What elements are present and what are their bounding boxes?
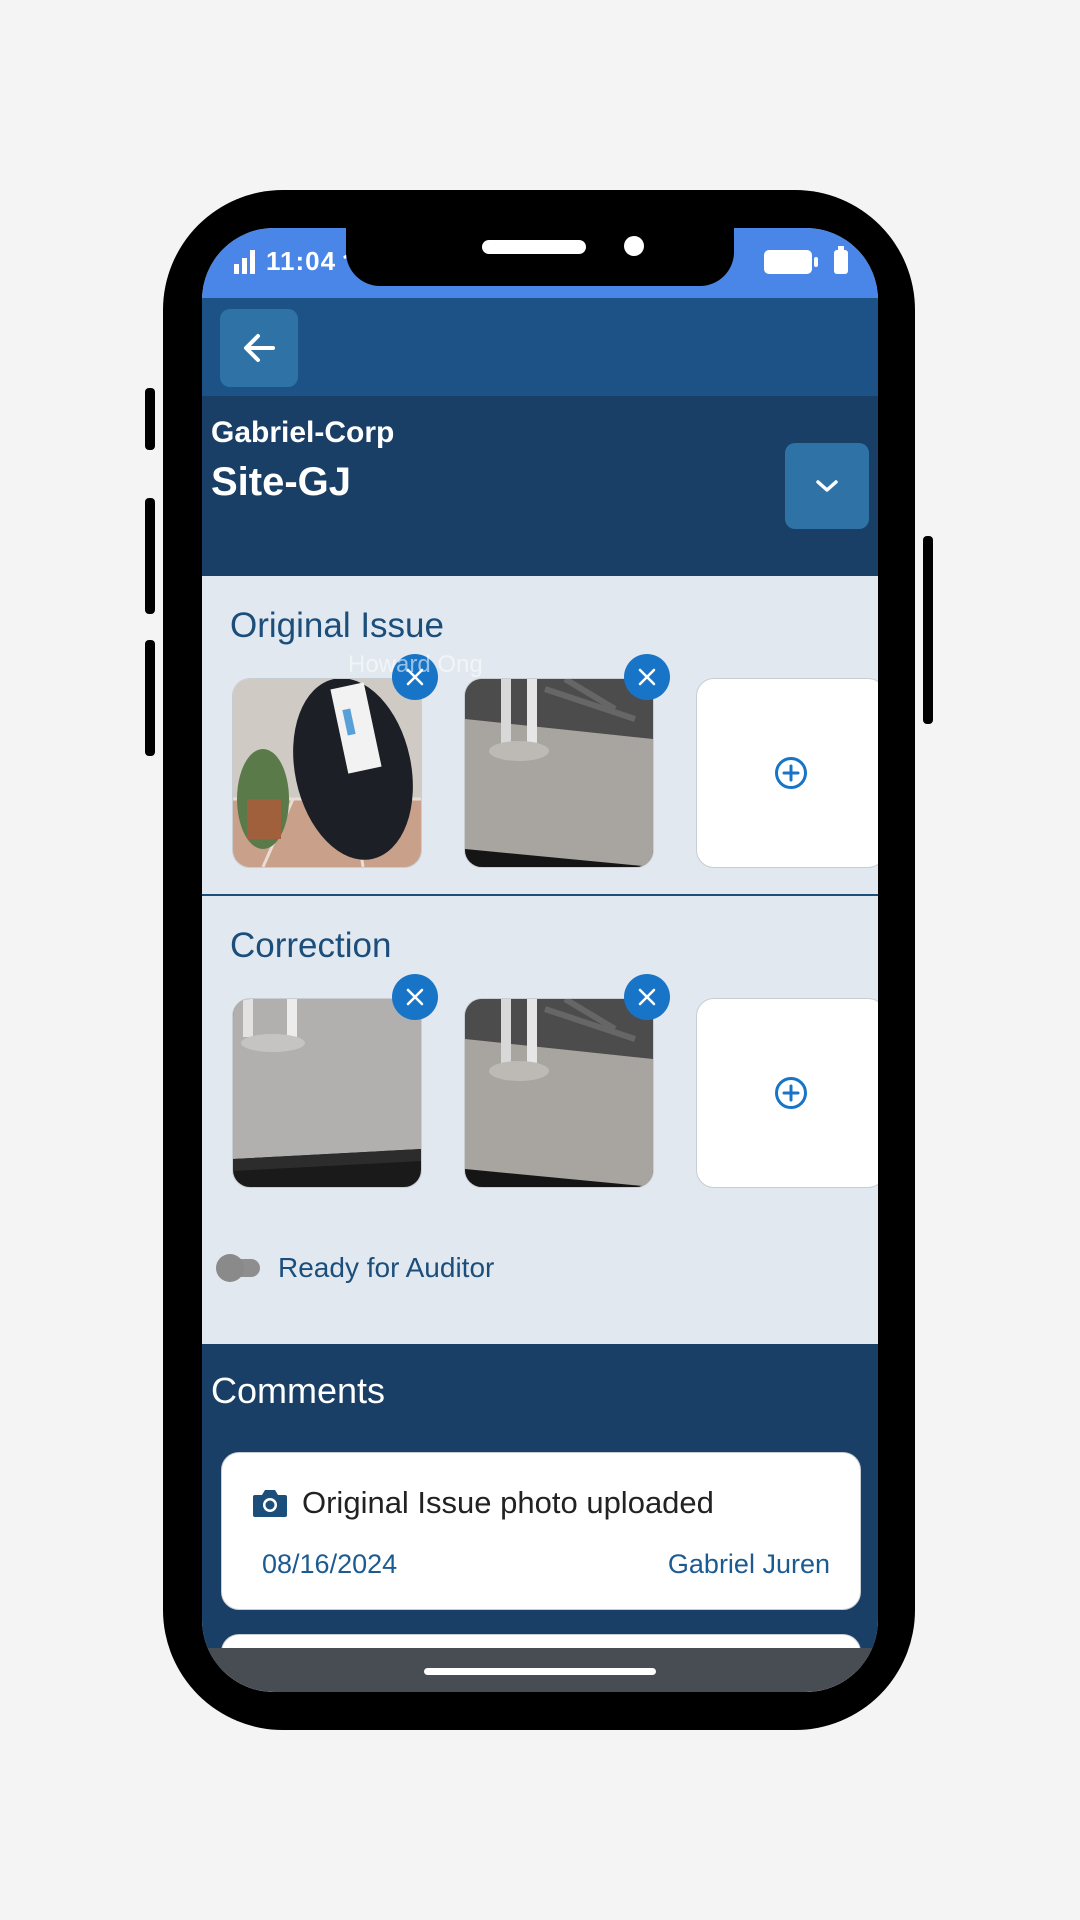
comments-title: Comments xyxy=(211,1370,386,1411)
home-indicator[interactable] xyxy=(424,1668,656,1675)
original-issue-title: Original Issue xyxy=(230,606,444,645)
mute-switch xyxy=(145,388,155,450)
chevron-down-icon xyxy=(816,480,838,492)
top-toolbar xyxy=(202,298,878,396)
table-photo xyxy=(465,679,653,867)
comments-section: Comments Original Issue photo uploaded 0… xyxy=(202,1344,878,1692)
ready-for-auditor-label: Ready for Auditor xyxy=(278,1252,495,1283)
remove-photo-button[interactable] xyxy=(624,654,670,700)
notch xyxy=(346,228,734,286)
section-divider xyxy=(202,894,878,896)
site-dropdown-button[interactable] xyxy=(785,443,869,529)
photo-watermark: Howard Ong xyxy=(348,651,483,678)
toggle-knob xyxy=(216,1254,244,1282)
comment-date: 08/16/2024 xyxy=(262,1549,398,1579)
add-original-issue-photo-button[interactable] xyxy=(696,678,878,868)
add-correction-photo-button[interactable] xyxy=(696,998,878,1188)
correction-title: Correction xyxy=(230,926,392,965)
comment-author: Gabriel Juren xyxy=(667,1549,830,1579)
speaker-grille xyxy=(482,240,586,254)
company-name: Gabriel-Corp xyxy=(211,416,395,449)
ready-for-auditor-row: Ready for Auditor xyxy=(216,1252,495,1284)
correction-photo-1[interactable] xyxy=(232,998,422,1188)
status-time: 11:04 xyxy=(266,246,337,276)
phone-screen: 11:04 M Gabriel-Corp Site-GJ xyxy=(202,228,878,1692)
original-issue-photo-tire[interactable] xyxy=(232,678,422,868)
camera-icon xyxy=(253,1490,287,1517)
table-photo xyxy=(465,999,653,1187)
status-bar: 11:04 M xyxy=(202,228,878,298)
home-indicator-area xyxy=(202,1648,878,1692)
close-icon xyxy=(638,988,656,1006)
plus-circle-icon xyxy=(775,1077,807,1109)
front-camera xyxy=(624,236,644,256)
site-name: Site-GJ xyxy=(211,460,352,504)
plus-circle-icon xyxy=(775,757,807,789)
volume-up-button xyxy=(145,498,155,614)
remove-photo-button[interactable] xyxy=(392,974,438,1020)
back-button[interactable] xyxy=(220,309,298,387)
ready-for-auditor-toggle[interactable] xyxy=(216,1254,260,1282)
close-icon xyxy=(638,668,656,686)
power-button xyxy=(923,536,933,724)
volume-down-button xyxy=(145,640,155,756)
battery-icon xyxy=(834,246,848,274)
comment-card[interactable]: Original Issue photo uploaded 08/16/2024… xyxy=(221,1452,861,1610)
correction-photo-2[interactable] xyxy=(464,998,654,1188)
tire-photo xyxy=(233,679,421,867)
battery-saver-icon xyxy=(764,250,818,274)
signal-icon xyxy=(234,249,255,274)
site-header: Gabriel-Corp Site-GJ xyxy=(202,396,878,576)
status-right xyxy=(764,246,848,274)
table-photo xyxy=(233,999,421,1187)
original-issue-photo-table[interactable] xyxy=(464,678,654,868)
close-icon xyxy=(406,988,424,1006)
arrow-left-icon xyxy=(244,334,275,362)
comment-text: Original Issue photo uploaded xyxy=(302,1485,714,1520)
remove-photo-button[interactable] xyxy=(624,974,670,1020)
